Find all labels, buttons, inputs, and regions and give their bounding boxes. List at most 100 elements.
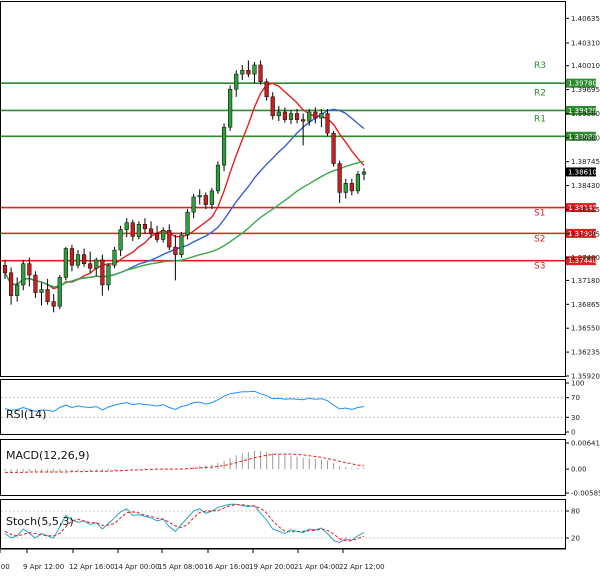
candle-up <box>215 164 221 192</box>
level-name-r2: R2 <box>534 88 546 98</box>
indicator-tick-label: 20 <box>571 535 580 543</box>
candle-up <box>15 284 20 296</box>
candle-down <box>45 289 50 302</box>
stoch-panel <box>0 499 566 549</box>
level-name-r1: R1 <box>534 114 546 124</box>
candle-down <box>148 228 154 234</box>
indicator-tick-label: 0 <box>571 429 575 437</box>
price-tick-label: 1.36865 <box>571 301 600 309</box>
candle-up <box>161 230 166 240</box>
candle-down <box>294 113 300 120</box>
indicator-tick-label: 80 <box>571 508 580 516</box>
candle-down <box>33 274 38 293</box>
stoch-title: Stoch(5,5,3) <box>6 515 74 528</box>
candle-up <box>185 211 190 236</box>
price-tick-label: 1.37480 <box>571 254 600 262</box>
rsi-title: RSI(14) <box>6 408 46 421</box>
time-tick-label: 15 Apr 08:00 <box>158 563 204 571</box>
candle-up <box>276 111 281 117</box>
last-price-label: 1.38610 <box>568 168 597 176</box>
candle-up <box>57 277 62 307</box>
candle-down <box>82 254 87 264</box>
price-tick-label: 1.39380 <box>571 110 600 118</box>
candle-down <box>173 246 178 255</box>
price-panel <box>0 1 566 377</box>
candle-down <box>142 224 148 230</box>
price-tick-label: 1.36235 <box>571 349 600 357</box>
time-tick-label: 9 Apr 12:00 <box>23 563 64 571</box>
candle-up <box>319 113 324 119</box>
candle-down <box>246 70 251 75</box>
macd-panel <box>0 439 566 496</box>
price-tick-label: 1.38745 <box>571 158 600 166</box>
candle-down <box>325 113 330 134</box>
indicator-tick-label: 30 <box>571 414 580 422</box>
time-tick-label: 14 Apr 00:00 <box>114 563 160 571</box>
candle-down <box>337 163 342 193</box>
price-tick-label: 1.40635 <box>571 15 600 23</box>
level-name-r3: R3 <box>534 61 546 71</box>
level-name-s1: S1 <box>534 209 545 219</box>
candle-up <box>191 196 196 213</box>
candle-up <box>136 224 141 237</box>
price-tick-label: 1.38115 <box>571 206 600 214</box>
indicator-tick-label: 70 <box>571 394 580 402</box>
time-tick-label: 16 Apr 16:00 <box>204 563 250 571</box>
price-tick-label: 1.40310 <box>571 39 600 47</box>
candle-down <box>88 263 93 269</box>
candle-up <box>234 73 239 90</box>
candle-up <box>179 234 184 255</box>
candle-down <box>264 81 269 98</box>
candle-down <box>130 222 135 237</box>
candle-down <box>27 263 32 276</box>
candle-down <box>51 301 56 307</box>
candle-down <box>203 195 208 205</box>
candle-up <box>252 64 257 75</box>
price-tick-label: 1.36550 <box>571 325 600 333</box>
time-tick-label: 19 Apr 20:00 <box>249 563 295 571</box>
candle-up <box>240 70 245 75</box>
price-axis: 1.40635 1.40310 1.40010 1.39695 1.39380 1.390… <box>565 15 600 381</box>
candle-up <box>288 113 294 120</box>
macd-title: MACD(12,26,9) <box>6 449 90 462</box>
candle-down <box>258 64 263 82</box>
candle-down <box>270 96 275 117</box>
candle-up <box>75 254 81 266</box>
price-tick-label: 1.37795 <box>571 230 600 238</box>
indicator-tick-label: 0.00 <box>571 466 587 474</box>
time-tick-label: 12 Apr 16:00 <box>69 563 115 571</box>
indicator-tick-label: 0.006416 <box>571 440 600 448</box>
level-name-s3: S3 <box>534 262 545 272</box>
candle-up <box>112 249 117 266</box>
candle-up <box>124 222 129 230</box>
candle-down <box>9 272 14 296</box>
time-tick-label: 4:00 <box>0 563 10 571</box>
price-tick-label: 1.39060 <box>571 134 600 142</box>
candle-up <box>106 264 111 286</box>
candle-up <box>209 190 214 205</box>
candle-up <box>221 126 227 166</box>
price-tick-label: 1.40010 <box>571 62 600 70</box>
candle-down <box>155 233 160 240</box>
candle-up <box>228 88 233 128</box>
time-tick-label: 21 Apr 04:00 <box>294 563 340 571</box>
price-tick-label: 1.37180 <box>571 277 600 285</box>
candle-down <box>2 264 8 274</box>
time-axis: 4:009 Apr 12:0012 Apr 16:0014 Apr 00:001… <box>0 549 385 571</box>
chart-canvas: R31.39780R21.39420R11.39080S11.38140S21.… <box>0 1 600 571</box>
candle-down <box>349 183 354 192</box>
candle-up <box>39 289 44 293</box>
candle-up <box>343 183 348 193</box>
candle-up <box>118 229 123 251</box>
indicator-tick-label: -0.005854 <box>571 490 600 498</box>
candle-down <box>100 259 105 286</box>
candle-up <box>361 171 367 175</box>
candle-up <box>197 195 202 198</box>
candle-up <box>94 259 99 269</box>
candle-up <box>63 248 68 278</box>
indicator-tick-label: 100 <box>571 380 584 388</box>
time-tick-label: 22 Apr 12:00 <box>339 563 385 571</box>
candle-down <box>301 119 306 122</box>
level-name-s2: S2 <box>534 234 545 244</box>
candle-up <box>355 173 360 192</box>
